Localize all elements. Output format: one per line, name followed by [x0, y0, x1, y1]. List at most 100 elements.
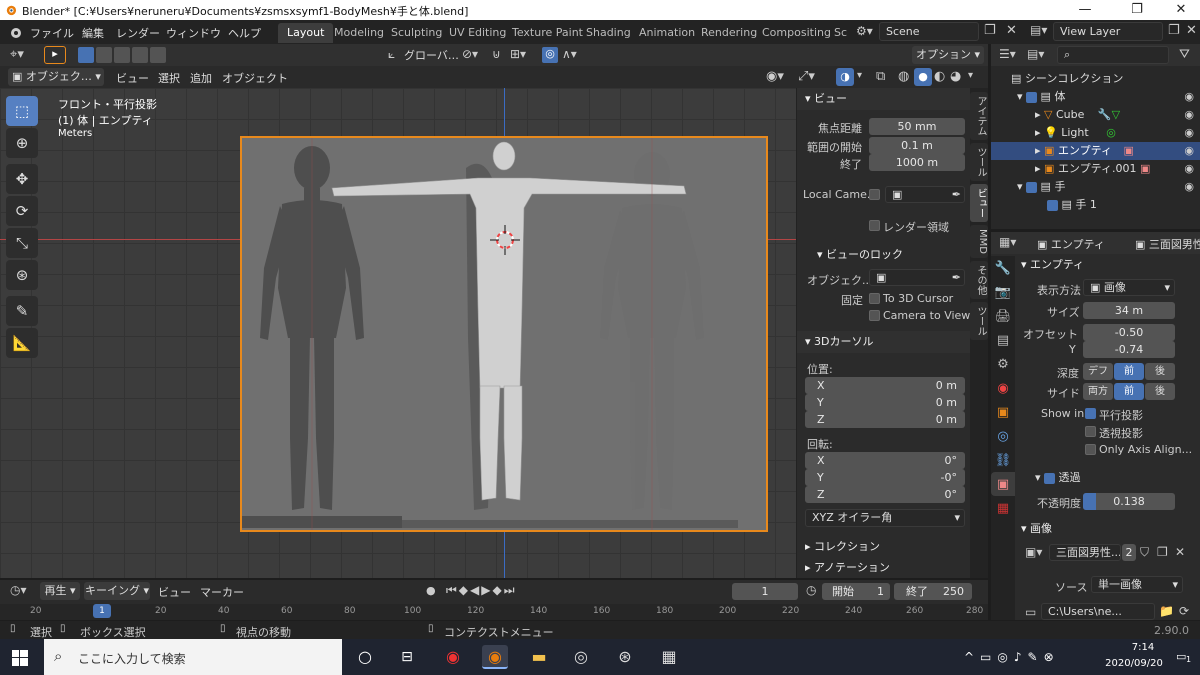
fake-user-icon[interactable]: ⛉ — [1140, 546, 1149, 558]
taskbar-search-box[interactable]: ⌕ ここに入力して検索 — [44, 639, 342, 675]
menu-window[interactable]: ウィンドウ — [166, 25, 221, 41]
outliner-row-light[interactable]: ▸ 💡 Light ◎ ◉ — [991, 124, 1200, 142]
source-dropdown[interactable]: 単一画像 ▾ — [1091, 576, 1183, 593]
outliner-row-hand[interactable]: ▾ ▤ 手 ◉ — [991, 178, 1200, 196]
task-view-icon[interactable]: ○ — [352, 645, 378, 669]
display-mode-icon[interactable]: ▤▾ — [1027, 48, 1044, 60]
empty-001-visibility-icon[interactable]: ◉ — [1184, 163, 1194, 174]
tab-item[interactable]: アイテム — [970, 92, 988, 140]
tool-settings-tab-icon[interactable]: 🔧 — [991, 256, 1015, 280]
body-visibility-icon[interactable]: ◉ — [1184, 91, 1194, 102]
depth-front-toggle[interactable]: 前 — [1114, 363, 1144, 380]
select-mode-icon[interactable]: ▸ — [44, 46, 66, 64]
playback-dropdown[interactable]: 再生 ▾ — [40, 582, 80, 600]
app-icon-3[interactable]: ▦ — [656, 645, 682, 669]
local-camera-field[interactable]: ▣ ✒ — [885, 186, 965, 203]
lock-object-field[interactable]: ▣ ✒ — [869, 269, 965, 286]
transparency-header[interactable]: ▾ 透過 — [1035, 469, 1081, 485]
measure-tool-icon[interactable]: 📐 — [6, 328, 38, 358]
timeline-taskview-icon[interactable]: ⊟ — [394, 645, 420, 669]
end-frame-field[interactable]: 終了 250 — [894, 583, 972, 600]
object-tab-icon[interactable]: ▣ — [991, 400, 1015, 424]
outliner-search-input[interactable]: ⌕ — [1057, 46, 1169, 64]
cursor-tool-icon[interactable]: ⊕ — [6, 128, 38, 158]
rotate-tool-icon[interactable]: ⟳ — [6, 196, 38, 226]
viewport-menu-view[interactable]: ビュー — [116, 70, 149, 86]
physics-tab-icon[interactable]: ◎ — [991, 424, 1015, 448]
clock-time[interactable]: 7:14 — [1118, 642, 1168, 653]
view-layer-field[interactable]: View Layer — [1053, 22, 1163, 41]
solid-shading-icon[interactable]: ● — [914, 68, 932, 86]
outliner-row-empty[interactable]: ▸ ▣ エンプティ ▣ ◉ — [991, 142, 1200, 160]
remove-view-layer-icon[interactable]: ✕ — [1186, 24, 1197, 37]
new-image-icon[interactable]: ❐ — [1157, 546, 1168, 558]
tab-scripting[interactable]: Sc — [825, 23, 856, 43]
light-visibility-icon[interactable]: ◉ — [1184, 127, 1194, 138]
gizmo-icon[interactable]: ⤢▾ — [798, 70, 815, 83]
side-back-toggle[interactable]: 後 — [1145, 383, 1175, 400]
local-camera-checkbox[interactable] — [869, 189, 880, 200]
scene-tab-icon[interactable]: ⚙ — [991, 352, 1015, 376]
transform-orientation-dropdown[interactable]: グローバ… — [404, 47, 459, 63]
timeline-menu-marker[interactable]: マーカー — [200, 584, 244, 600]
keying-dropdown[interactable]: キーイング ▾ — [84, 582, 150, 600]
menu-render[interactable]: レンダー — [116, 25, 160, 41]
scene-icon[interactable]: ⚙▾ — [856, 25, 873, 37]
viewport-menu-select[interactable]: 選択 — [158, 70, 180, 86]
lock-eyedropper-icon[interactable]: ✒ — [952, 270, 964, 285]
select-subtract-icon[interactable] — [114, 47, 130, 63]
image-name-field[interactable]: 三面図男性... — [1049, 544, 1121, 561]
depth-back-toggle[interactable]: 後 — [1145, 363, 1175, 380]
visibility-icon[interactable]: ◉▾ — [766, 70, 784, 83]
scene-field[interactable]: Scene — [879, 22, 979, 41]
rotation-mode-dropdown[interactable]: XYZ オイラー角 ▾ — [805, 509, 965, 527]
cursor-rot-z-field[interactable]: Z 0° — [805, 486, 965, 503]
filepath-field[interactable]: C:\Users\ne... — [1041, 603, 1155, 620]
image-browse-icon[interactable]: ▣▾ — [1025, 546, 1042, 558]
snap-element-icon[interactable]: ⊞▾ — [510, 48, 526, 60]
menu-file[interactable]: ファイル — [30, 25, 74, 41]
tab-mmd[interactable]: MMD — [970, 225, 988, 258]
3d-cursor-icon[interactable] — [490, 225, 520, 255]
tab-view[interactable]: ビュー — [970, 184, 988, 222]
current-frame-field[interactable]: 1 — [732, 583, 798, 600]
outliner-row-hand-1[interactable]: ▤ 手 1 — [991, 196, 1200, 214]
select-invert-icon[interactable] — [132, 47, 148, 63]
world-tab-icon[interactable]: ◉ — [991, 376, 1015, 400]
3d-cursor-panel-header[interactable]: ▾ 3Dカーソル — [797, 331, 971, 353]
cube-visibility-icon[interactable]: ◉ — [1184, 109, 1194, 120]
minimize-button[interactable]: — — [1062, 0, 1108, 20]
proportional-edit-icon[interactable]: ◎ — [542, 47, 558, 63]
hand-visibility-icon[interactable]: ◉ — [1184, 181, 1194, 192]
show-ortho-checkbox[interactable] — [1085, 408, 1096, 419]
overlays-icon[interactable]: ◑ — [836, 68, 854, 86]
blender-menu-icon[interactable] — [8, 25, 22, 39]
scale-tool-icon[interactable]: ⤡ — [6, 228, 38, 258]
notification-icon[interactable]: ▭ — [1176, 650, 1186, 663]
data-tab-icon[interactable]: ▣ — [991, 472, 1015, 496]
tab-misc[interactable]: その他 — [970, 260, 988, 299]
viewport-menu-add[interactable]: 追加 — [190, 70, 212, 86]
close-button[interactable]: ✕ — [1158, 0, 1200, 20]
app-icon-1[interactable]: ◎ — [568, 645, 594, 669]
outliner-editor-icon[interactable]: ☰▾ — [999, 48, 1016, 60]
menu-help[interactable]: ヘルプ — [228, 25, 261, 41]
app-icon-2[interactable]: ⊛ — [612, 645, 638, 669]
render-region-checkbox[interactable] — [869, 220, 880, 231]
start-frame-field[interactable]: 開始 1 — [822, 583, 890, 600]
clip-start-field[interactable]: 0.1 m — [869, 137, 965, 154]
view-panel-header[interactable]: ▾ ビュー — [797, 88, 970, 110]
hand-1-exclude-checkbox[interactable] — [1047, 199, 1058, 211]
body-exclude-checkbox[interactable] — [1026, 91, 1038, 103]
file-explorer-icon[interactable]: ▬ — [526, 645, 552, 669]
unlink-image-icon[interactable]: ✕ — [1175, 546, 1185, 558]
playhead-frame[interactable]: 1 — [93, 604, 111, 618]
cursor-rot-x-field[interactable]: X 0° — [805, 452, 965, 469]
material-shading-icon[interactable]: ◐ — [934, 70, 945, 83]
transparency-checkbox[interactable] — [1044, 472, 1056, 484]
frame-ruler[interactable]: 20 1 20 40 60 80 100 120 140 160 180 200… — [0, 604, 988, 620]
offset-x-field[interactable]: -0.50 — [1083, 324, 1175, 341]
eyedropper-icon[interactable]: ✒ — [952, 187, 964, 202]
chrome-icon[interactable]: ◉ — [440, 645, 466, 669]
image-users-count[interactable]: 2 — [1122, 544, 1136, 561]
